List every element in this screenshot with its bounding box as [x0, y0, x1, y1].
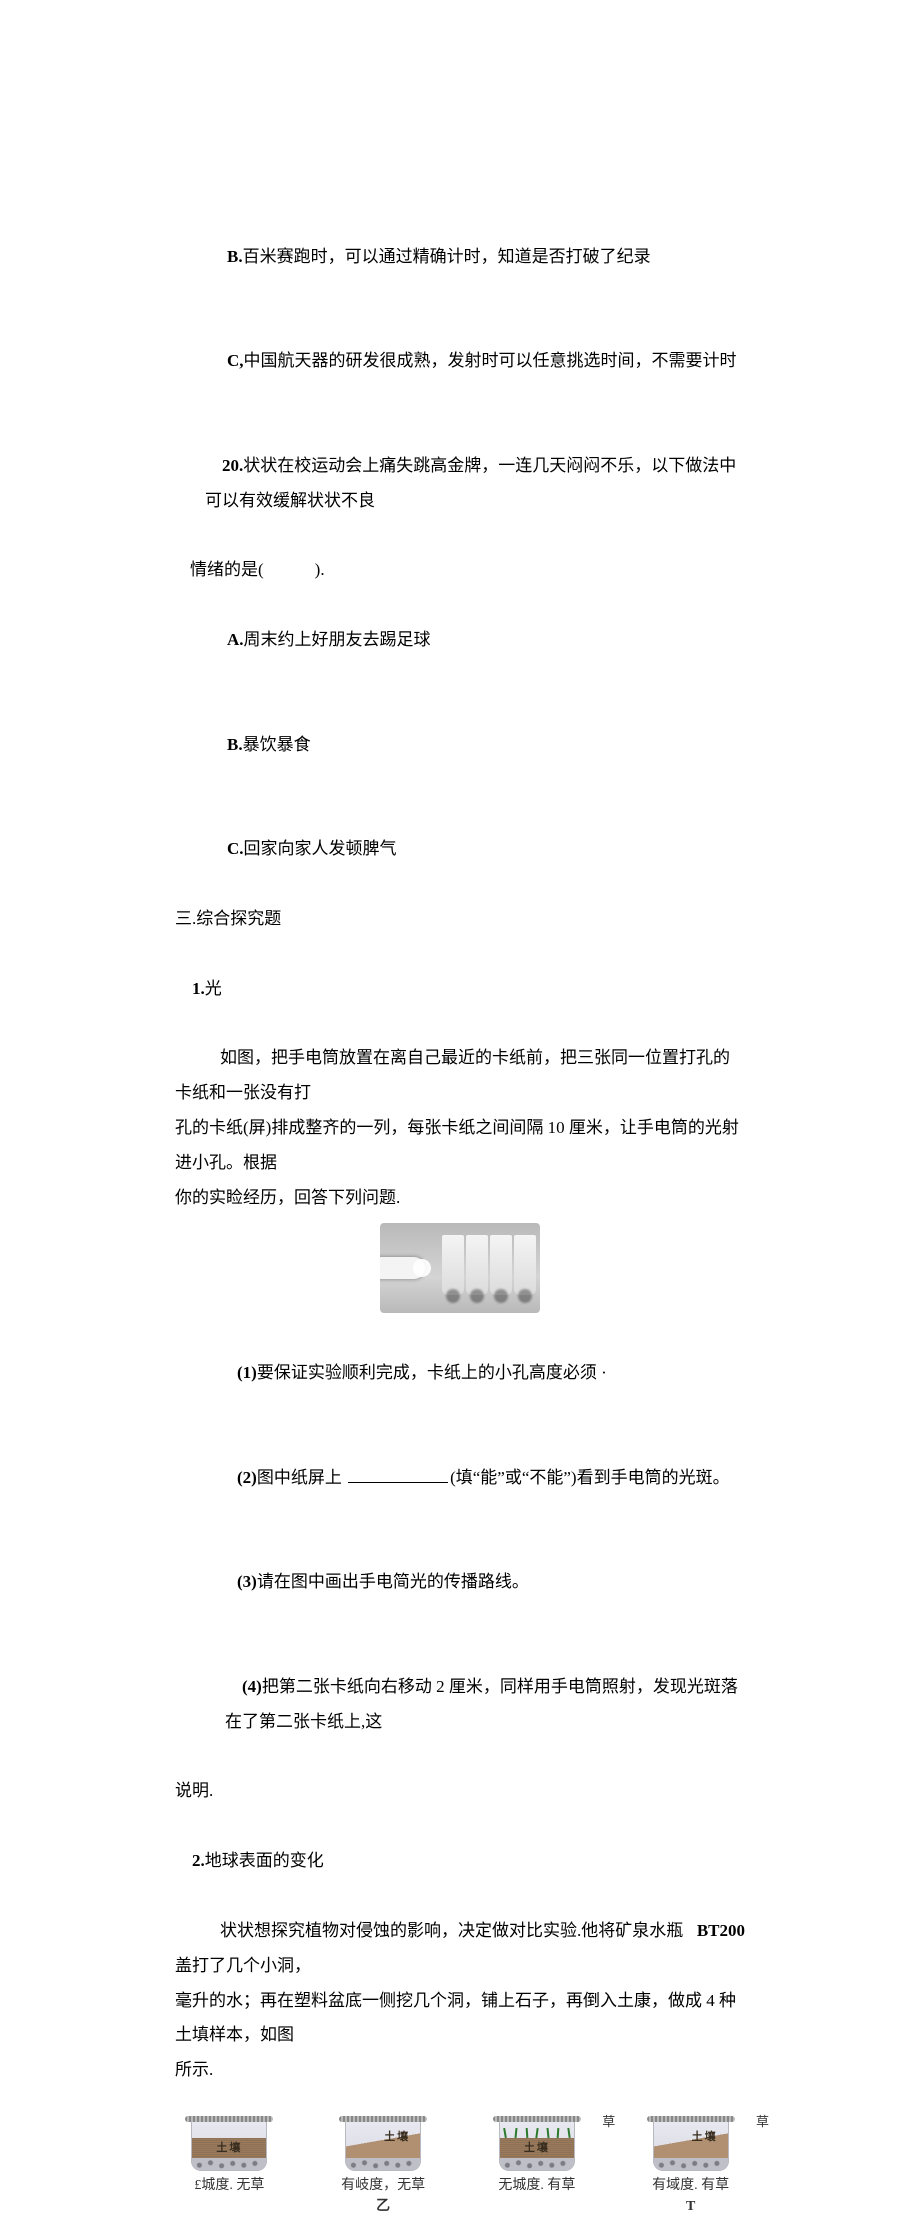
- p1-sub3: (3)请在图中画出手电简光的传播路线。: [175, 1531, 745, 1636]
- grass-callout: 草: [756, 2112, 769, 2132]
- option-label-c: C.: [227, 839, 244, 858]
- soil-sample-b: 土壤 有岐度，无草 乙: [329, 2106, 438, 2217]
- cardboard-icon: [514, 1235, 536, 1295]
- p2-para-line1: 状状想探究植物对侵蚀的影响，决定做对比实验.他将矿泉水瓶盖打了几个小洞，: [175, 1914, 697, 1984]
- p2-heading: 2.地球表面的变化: [175, 1809, 745, 1914]
- p2-para-line2: 毫升的水；再在塑料盆底一侧挖几个洞，铺上石子，再倒入土康，做成 4 种土填样本，…: [175, 1984, 745, 2054]
- grass-callout: 草: [602, 2112, 615, 2132]
- sub3-label: (3): [237, 1572, 257, 1591]
- option-label-b: B.: [227, 735, 243, 754]
- q20-option-a-text: 周末约上好朋友去踢足球: [244, 630, 431, 649]
- exam-page: B.百米赛跑时，可以通过精确计时，知道是否打破了纪录 C,中国航天器的研发很成熟…: [0, 0, 920, 1301]
- soil-label: 土壤: [500, 2138, 574, 2158]
- sample-b-caption: 有岐度，无草: [329, 2175, 438, 2196]
- option-label-b: B.: [227, 247, 243, 266]
- soil-label: 土壤: [654, 2130, 728, 2158]
- p2-para-line3: 所示.: [175, 2053, 745, 2088]
- p1-para-line3: 你的实睑经历，回答下列问题.: [175, 1181, 745, 1216]
- p1-sub2: (2)图中纸屏上 (填“能”或“不能”)看到手电筒的光斑。: [175, 1426, 745, 1531]
- p1-sub2-post: (填“能”或“不能”)看到手电筒的光斑。: [450, 1468, 730, 1487]
- q20-stem-line1: 20.状状在校运动会上痛失跳高金牌，一连几天闷闷不乐，以下做法中可以有效缓解状状…: [175, 414, 745, 553]
- flashlight-cards-illustration: [380, 1223, 540, 1313]
- q19-option-c-text: 中国航天器的研发很成熟，发射时可以任意挑选时间，不需要计时: [244, 351, 737, 370]
- p2-title: 地球表面的变化: [205, 1851, 324, 1870]
- sample-d-caption: 有域度. 有草: [636, 2175, 745, 2196]
- q20-option-c-text: 回家向家人发顿脾气: [244, 839, 397, 858]
- soil-label: 土壤: [192, 2138, 266, 2158]
- p1-sub3-text: 请在图中画出手电简光的传播路线。: [257, 1572, 529, 1591]
- sample-a-caption: £城度. 无草: [175, 2175, 284, 2196]
- tray-icon: 土壤: [339, 2116, 427, 2171]
- p1-number: 1.: [192, 979, 205, 998]
- flashlight-icon: [380, 1257, 425, 1279]
- q20-stem-text1: 状状在校运动会上痛失跳高金牌，一连几天闷闷不乐，以下做法中可以有效缓解状状不良: [205, 456, 736, 510]
- q20-option-a: A.周末约上好朋友去踢足球: [175, 588, 745, 693]
- p2-number: 2.: [192, 1851, 205, 1870]
- tray-icon: 土壤: [647, 2116, 735, 2171]
- p2-para-line1-tail: BT200: [697, 1914, 745, 1984]
- p1-sub1-text: 要保证实验顺利完成，卡纸上的小孔高度必须 ·: [257, 1363, 607, 1382]
- sub4-label: (4): [242, 1677, 262, 1696]
- option-label-c: C,: [227, 351, 244, 370]
- soil-label: 土壤: [346, 2130, 420, 2158]
- q20-option-b: B.暴饮暴食: [175, 693, 745, 798]
- soil-sample-c: 土壤 草 无城度. 有草: [483, 2106, 592, 2217]
- tray-icon: 土壤: [185, 2116, 273, 2171]
- q19-option-c: C,中国航天器的研发很成熟，发射时可以任意挑选时间，不需要计时: [175, 310, 745, 415]
- q20-stem-line2: 情绪的是( ).: [175, 553, 745, 588]
- cardboard-icon: [466, 1235, 488, 1295]
- fill-blank[interactable]: [348, 1482, 448, 1483]
- q20-option-b-text: 暴饮暴食: [243, 735, 311, 754]
- p1-sub4-text1: 把第二张卡纸向右移动 2 厘米，同样用手电筒照射，发现光斑落在了第二张卡纸上,这: [225, 1677, 738, 1731]
- p2-para-line1-row: 状状想探究植物对侵蚀的影响，决定做对比实验.他将矿泉水瓶盖打了几个小洞， BT2…: [175, 1914, 745, 1984]
- soil-sample-a: 土壤 £城度. 无草: [175, 2106, 284, 2217]
- p1-heading: 1.光: [175, 937, 745, 1042]
- p1-title: 光: [205, 979, 222, 998]
- q20-option-c: C.回家向家人发顿脾气: [175, 797, 745, 902]
- sample-d-subcaption: T: [636, 2196, 745, 2217]
- p1-sub1: (1)要保证实验顺利完成，卡纸上的小孔高度必须 ·: [175, 1321, 745, 1426]
- sub2-label: (2): [237, 1468, 257, 1487]
- cardboard-icon: [442, 1235, 464, 1295]
- cardboard-icon: [490, 1235, 512, 1295]
- q19-option-b-text: 百米赛跑时，可以通过精确计时，知道是否打破了纪录: [243, 247, 651, 266]
- section-3-header: 三.综合探究题: [175, 902, 745, 937]
- p1-figure: [175, 1223, 745, 1313]
- sample-c-caption: 无城度. 有草: [483, 2175, 592, 2196]
- p2-figure-row: 土壤 £城度. 无草 土壤 有岐度，无草 乙: [175, 2106, 745, 2217]
- p1-para-line2: 孔的卡纸(屏)排成整齐的一列，每张卡纸之间间隔 10 厘米，让手电筒的光射进小孔…: [175, 1111, 745, 1181]
- q20-number: 20.: [222, 456, 243, 475]
- p1-sub4-line1: (4)把第二张卡纸向右移动 2 厘米，同样用手电筒照射，发现光斑落在了第二张卡纸…: [175, 1635, 745, 1774]
- soil-sample-d: 土壤 草 有域度. 有草 T: [636, 2106, 745, 2217]
- sub1-label: (1): [237, 1363, 257, 1382]
- option-label-a: A.: [227, 630, 244, 649]
- p1-para-line1: 如图，把手电筒放置在离自己最近的卡纸前，把三张同一位置打孔的卡纸和一张没有打: [175, 1041, 745, 1111]
- p1-sub4-line2: 说明.: [175, 1774, 745, 1809]
- p1-sub2-pre: 图中纸屏上: [257, 1468, 346, 1487]
- grass-icon: [500, 2128, 574, 2138]
- sample-b-subcaption: 乙: [329, 2196, 438, 2217]
- tray-icon: 土壤: [493, 2116, 581, 2171]
- q19-option-b: B.百米赛跑时，可以通过精确计时，知道是否打破了纪录: [175, 205, 745, 310]
